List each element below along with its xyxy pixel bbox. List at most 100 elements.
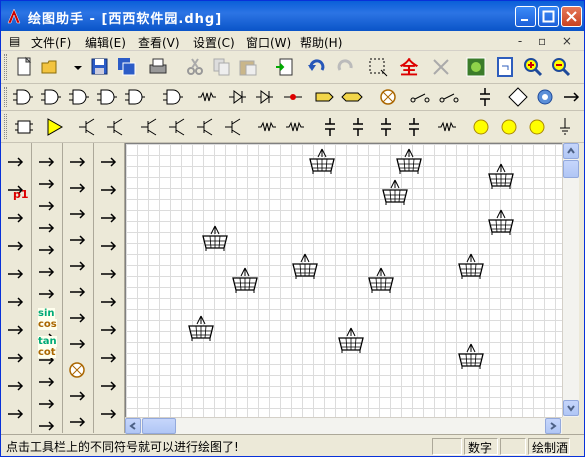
scroll-right-button[interactable] [545,418,561,434]
scroll-left-button[interactable] [125,418,141,434]
ground-icon[interactable] [554,116,576,138]
amplifier-icon[interactable] [43,116,65,138]
more-icon[interactable] [560,86,582,108]
minimize-button[interactable] [515,6,536,27]
line-icon[interactable] [2,205,30,231]
doc-icon[interactable]: ▤ [9,34,20,48]
fet1-icon[interactable] [139,116,161,138]
lamp-icon[interactable] [377,86,399,108]
not-gate-icon[interactable] [161,86,183,108]
arrow-line-icon[interactable] [2,289,30,315]
capacitor-a-icon[interactable] [319,116,341,138]
diode-icon[interactable] [253,86,275,108]
chip-icon[interactable] [13,116,35,138]
save-icon[interactable] [89,56,111,78]
undo-icon[interactable] [306,56,328,78]
hexagon-icon[interactable] [341,86,363,108]
select-icon[interactable] [367,56,389,78]
zoom-out-icon[interactable] [550,56,572,78]
inductor-icon[interactable] [436,116,458,138]
toolbar-grip[interactable] [4,87,7,107]
scroll-down-button[interactable] [563,400,579,416]
export-icon[interactable] [495,56,517,78]
wave-icon[interactable] [64,305,92,331]
buffer-icon[interactable] [123,86,145,108]
double-arrow-line-icon[interactable] [2,317,30,343]
segment-icon[interactable] [2,233,30,259]
hatch-icon[interactable] [64,149,92,175]
dot-icon[interactable] [2,149,30,175]
arrow-icon[interactable] [64,383,92,409]
test-tube-icon[interactable] [95,177,123,203]
flask2-icon[interactable] [95,317,123,343]
beaker-icon[interactable] [95,345,123,371]
basket-item[interactable] [290,252,320,280]
basket-item[interactable] [200,224,230,252]
cart2-icon[interactable] [64,227,92,253]
cross-arrow-icon[interactable] [64,409,92,435]
battery-icon[interactable] [470,116,492,138]
menu-edit[interactable]: 编辑(E) [85,34,126,51]
basket-item[interactable] [186,314,216,342]
balance-icon[interactable] [95,233,123,259]
save-all-icon[interactable] [116,56,138,78]
pentagon-icon[interactable] [313,86,335,108]
redo-icon[interactable] [334,56,356,78]
flame-icon[interactable] [64,331,92,357]
and-gate-icon[interactable] [11,86,33,108]
basket-item[interactable] [307,147,337,175]
polyline-icon[interactable] [2,261,30,287]
new-icon[interactable] [13,56,35,78]
scroll-up-button[interactable] [563,143,579,159]
nand-gate-icon[interactable] [39,86,61,108]
switch2-icon[interactable] [438,86,460,108]
horizontal-scrollbar[interactable] [125,417,562,434]
coil-icon[interactable] [256,116,278,138]
or-gate-icon[interactable] [67,86,89,108]
paste-icon[interactable] [237,56,259,78]
print-icon[interactable] [147,56,169,78]
text-icon[interactable]: 全 [397,56,419,78]
gear-icon[interactable] [534,86,556,108]
basket-item[interactable] [456,252,486,280]
block-icon[interactable] [64,201,92,227]
ball-icon[interactable] [64,253,92,279]
rod-icon[interactable] [95,205,123,231]
toolbar-grip[interactable] [4,54,7,80]
mdi-controls[interactable]: - ▫ × [518,34,578,48]
angle-icon[interactable] [2,401,30,427]
lamp2-icon[interactable] [64,357,92,383]
balance2-icon[interactable] [95,261,123,287]
flask-icon[interactable] [95,289,123,315]
transistor-npn-icon[interactable] [77,116,99,138]
basket-item[interactable] [336,326,366,354]
capacitor-icon[interactable] [474,86,496,108]
open-icon[interactable] [40,56,62,78]
stand-icon[interactable] [95,149,123,175]
close-button[interactable] [561,6,582,27]
delete-icon[interactable] [430,56,452,78]
menu-help[interactable]: 帮助(H) [300,34,342,51]
menu-view[interactable]: 查看(V) [138,34,180,51]
cut-icon[interactable] [184,56,206,78]
basket-item[interactable] [456,342,486,370]
capacitor-d-icon[interactable] [403,116,425,138]
fet4-icon[interactable] [223,116,245,138]
bottle-icon[interactable] [95,373,123,399]
vertical-scroll-thumb[interactable] [563,160,579,178]
meter-icon[interactable] [498,116,520,138]
zoom-in-icon[interactable] [522,56,544,78]
probe-icon[interactable] [282,86,304,108]
transistor-pnp-icon[interactable] [105,116,127,138]
drawing-canvas[interactable] [125,143,562,417]
horizontal-scroll-thumb[interactable] [142,418,176,434]
fet3-icon[interactable] [195,116,217,138]
vertical-scrollbar[interactable] [562,143,579,417]
pnp-icon[interactable] [226,86,248,108]
menu-settings[interactable]: 设置(C) [193,34,235,51]
basket-item[interactable] [394,147,424,175]
up-arrow-icon[interactable] [2,373,30,399]
basket-item[interactable] [366,266,396,294]
capacitor-b-icon[interactable] [347,116,369,138]
refresh-icon[interactable] [465,56,487,78]
